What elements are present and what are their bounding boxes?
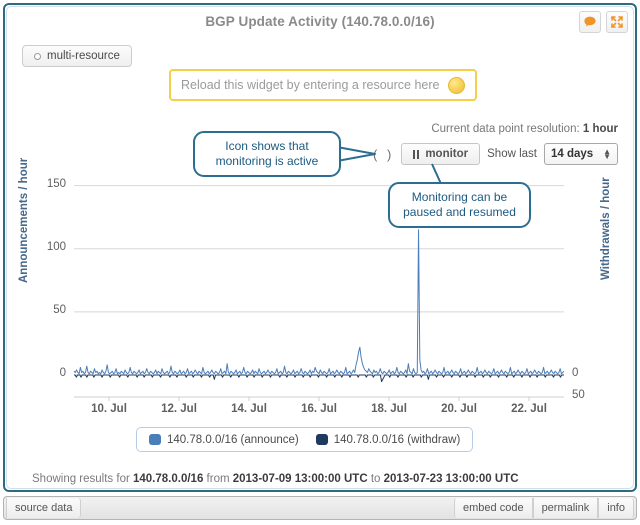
y-tick-left-150: 150 <box>46 177 66 190</box>
data-resolution-text: Current data point resolution: 1 hour <box>431 123 618 135</box>
speech-bubble-icon[interactable] <box>579 11 601 33</box>
callout-monitoring-active: Icon shows that monitoring is active <box>193 131 341 177</box>
y-axis-label-left: Announcements / hour <box>18 157 30 283</box>
source-data-button[interactable]: source data <box>6 498 82 518</box>
pause-icon <box>413 149 420 159</box>
y-tick-left-50: 50 <box>53 303 66 316</box>
embed-code-button[interactable]: embed code <box>454 498 533 518</box>
monitor-button-label: monitor <box>425 148 469 160</box>
x-tick-3: 16. Jul <box>301 403 337 415</box>
permalink-button[interactable]: permalink <box>532 498 599 518</box>
resource-reload-input[interactable]: Reload this widget by entering a resourc… <box>169 69 477 101</box>
status-text: Showing results for 140.78.0.0/16 from 2… <box>32 473 519 485</box>
legend-label-announce: 140.78.0.0/16 (announce) <box>167 433 299 446</box>
bottom-toolbar-left: source data <box>6 498 82 518</box>
legend-item-announce[interactable]: 140.78.0.0/16 (announce) <box>149 434 299 446</box>
show-last-label: Show last <box>487 148 537 160</box>
legend-swatch-announce <box>149 434 161 445</box>
status-to-value: 2013-07-23 13:00:00 UTC <box>383 473 519 485</box>
y-tick-left-100: 100 <box>46 240 66 253</box>
x-tick-6: 22. Jul <box>511 403 547 415</box>
y-axis-label-right: Withdrawals / hour <box>600 177 612 280</box>
resource-lookup-icon[interactable] <box>448 76 465 94</box>
callout-pause-resume: Monitoring can be paused and resumed <box>388 182 531 228</box>
legend-swatch-withdraw <box>315 434 328 445</box>
x-tick-4: 18. Jul <box>371 403 407 415</box>
legend-label-withdraw: 140.78.0.0/16 (withdraw) <box>333 433 461 446</box>
chart-legend: 140.78.0.0/16 (announce) 140.78.0.0/16 (… <box>136 427 474 452</box>
page-title: BGP Update Activity (140.78.0.0/16) <box>205 14 435 29</box>
status-resource: 140.78.0.0/16 <box>133 473 204 485</box>
show-last-value: 14 days <box>551 148 594 160</box>
info-button[interactable]: info <box>598 498 634 518</box>
data-resolution-prefix: Current data point resolution: <box>431 123 580 135</box>
bottom-toolbar: source data embed code permalink info <box>3 496 637 520</box>
callout-tail-monitoring-active <box>335 145 376 163</box>
resource-reload-placeholder: Reload this widget by entering a resourc… <box>181 78 440 92</box>
radio-circle-icon <box>34 52 41 60</box>
x-tick-0: 10. Jul <box>91 403 127 415</box>
y-tick-left-0: 0 <box>59 367 66 379</box>
legend-item-withdraw[interactable]: 140.78.0.0/16 (withdraw) <box>315 433 461 446</box>
status-from-label: from <box>206 473 230 485</box>
expand-arrows-icon[interactable] <box>606 11 628 33</box>
bottom-toolbar-right: embed code permalink info <box>454 498 634 518</box>
x-tick-1: 12. Jul <box>161 403 197 415</box>
status-from-value: 2013-07-09 13:00:00 UTC <box>232 473 368 485</box>
x-tick-5: 20. Jul <box>441 403 477 415</box>
show-last-select[interactable]: 14 days ▲ ▼ <box>544 143 618 165</box>
bgp-update-activity-widget: BGP Update Activity (140.78.0.0/16) mult… <box>0 0 640 525</box>
data-resolution-value: 1 hour <box>582 123 618 135</box>
y-tick-right-50: 50 <box>572 389 585 401</box>
status-prefix: Showing results for <box>32 473 130 485</box>
header-icon-group <box>579 11 628 33</box>
multi-resource-label: multi-resource <box>47 50 120 62</box>
status-to-label: to <box>370 473 381 485</box>
chevron-updown-icon: ▲ ▼ <box>603 147 611 161</box>
x-tick-2: 14. Jul <box>231 403 267 415</box>
multi-resource-button[interactable]: multi-resource <box>22 45 132 67</box>
y-tick-right-0: 0 <box>572 367 579 379</box>
chart-controls: ( ) monitor Show last 14 days ▲ ▼ <box>373 143 618 165</box>
